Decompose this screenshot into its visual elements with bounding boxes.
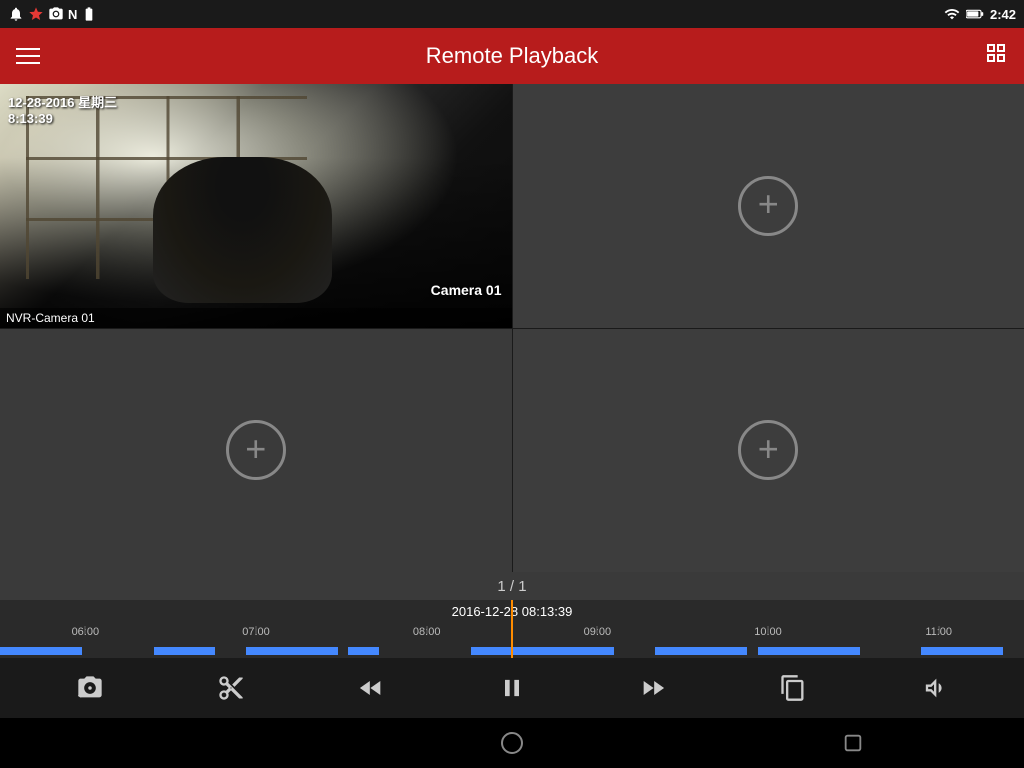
trim-button[interactable] [209,666,253,710]
timeline-hour-3: 09:00 [512,626,683,638]
recording-bar [758,647,860,655]
video-cell-4[interactable] [513,329,1024,573]
fast-forward-button[interactable] [631,666,675,710]
controls-bar [0,658,1024,718]
timeline[interactable]: 2016-12-28 08:13:39 06:00 07:00 08:00 09… [0,600,1024,658]
home-button[interactable] [490,721,534,765]
volume-button[interactable] [912,666,956,710]
video-grid: 12-28-2016 星期三 8:13:39 Camera 01 NVR-Cam… [0,84,1024,572]
video-cell-3[interactable] [0,329,512,573]
add-camera-button-2[interactable] [738,176,798,236]
timeline-hour-0: 06:00 [0,626,171,638]
rewind-button[interactable] [349,666,393,710]
recording-gap [389,647,471,655]
camera-icon [48,6,64,22]
time-display: 2:42 [990,7,1016,22]
status-bar: N 2:42 [0,0,1024,28]
recording-bar [921,647,1003,655]
recording-bar [471,647,614,655]
timeline-hour-1: 07:00 [171,626,342,638]
recording-bar [154,647,215,655]
recording-gap [870,647,921,655]
camera-timestamp: 12-28-2016 星期三 8:13:39 [8,92,117,126]
camera-name-bar: NVR-Camera 01 [0,308,512,328]
timeline-cursor [511,600,513,658]
recording-bar [348,647,379,655]
timeline-hour-2: 08:00 [341,626,512,638]
recording-gap [625,647,656,655]
screenshot-button[interactable] [68,666,112,710]
add-camera-button-3[interactable] [226,420,286,480]
grid-view-button[interactable] [984,41,1008,71]
camera-label: Camera 01 [431,282,502,298]
n-icon: N [68,7,77,22]
star-icon [28,6,44,22]
battery-level-icon [966,8,984,20]
recording-bar [655,647,747,655]
recording-gap [225,647,245,655]
timeline-hour-5: 11:00 [853,626,1024,638]
wifi-icon [944,6,960,22]
camera-feed-1: 12-28-2016 星期三 8:13:39 Camera 01 NVR-Cam… [0,84,512,328]
pagination-bar: 1 / 1 [0,572,1024,600]
video-cell-2[interactable] [513,84,1024,328]
recents-button[interactable] [831,721,875,765]
timeline-hour-4: 10:00 [683,626,854,638]
status-right: 2:42 [944,6,1016,22]
video-cell-1[interactable]: 12-28-2016 星期三 8:13:39 Camera 01 NVR-Cam… [0,84,512,328]
copy-button[interactable] [771,666,815,710]
android-nav-bar [0,718,1024,768]
battery-icon [81,6,97,22]
app-title: Remote Playback [426,43,598,69]
status-icons-left: N [8,6,97,22]
recording-gap [92,647,143,655]
pagination-text: 1 / 1 [497,578,526,595]
person-silhouette [153,157,332,303]
pause-button[interactable] [490,666,534,710]
add-camera-button-4[interactable] [738,420,798,480]
recording-bar [246,647,338,655]
recording-bar [0,647,82,655]
back-button[interactable] [149,721,193,765]
notification-icon [8,6,24,22]
app-bar: Remote Playback [0,28,1024,84]
menu-button[interactable] [16,48,40,64]
